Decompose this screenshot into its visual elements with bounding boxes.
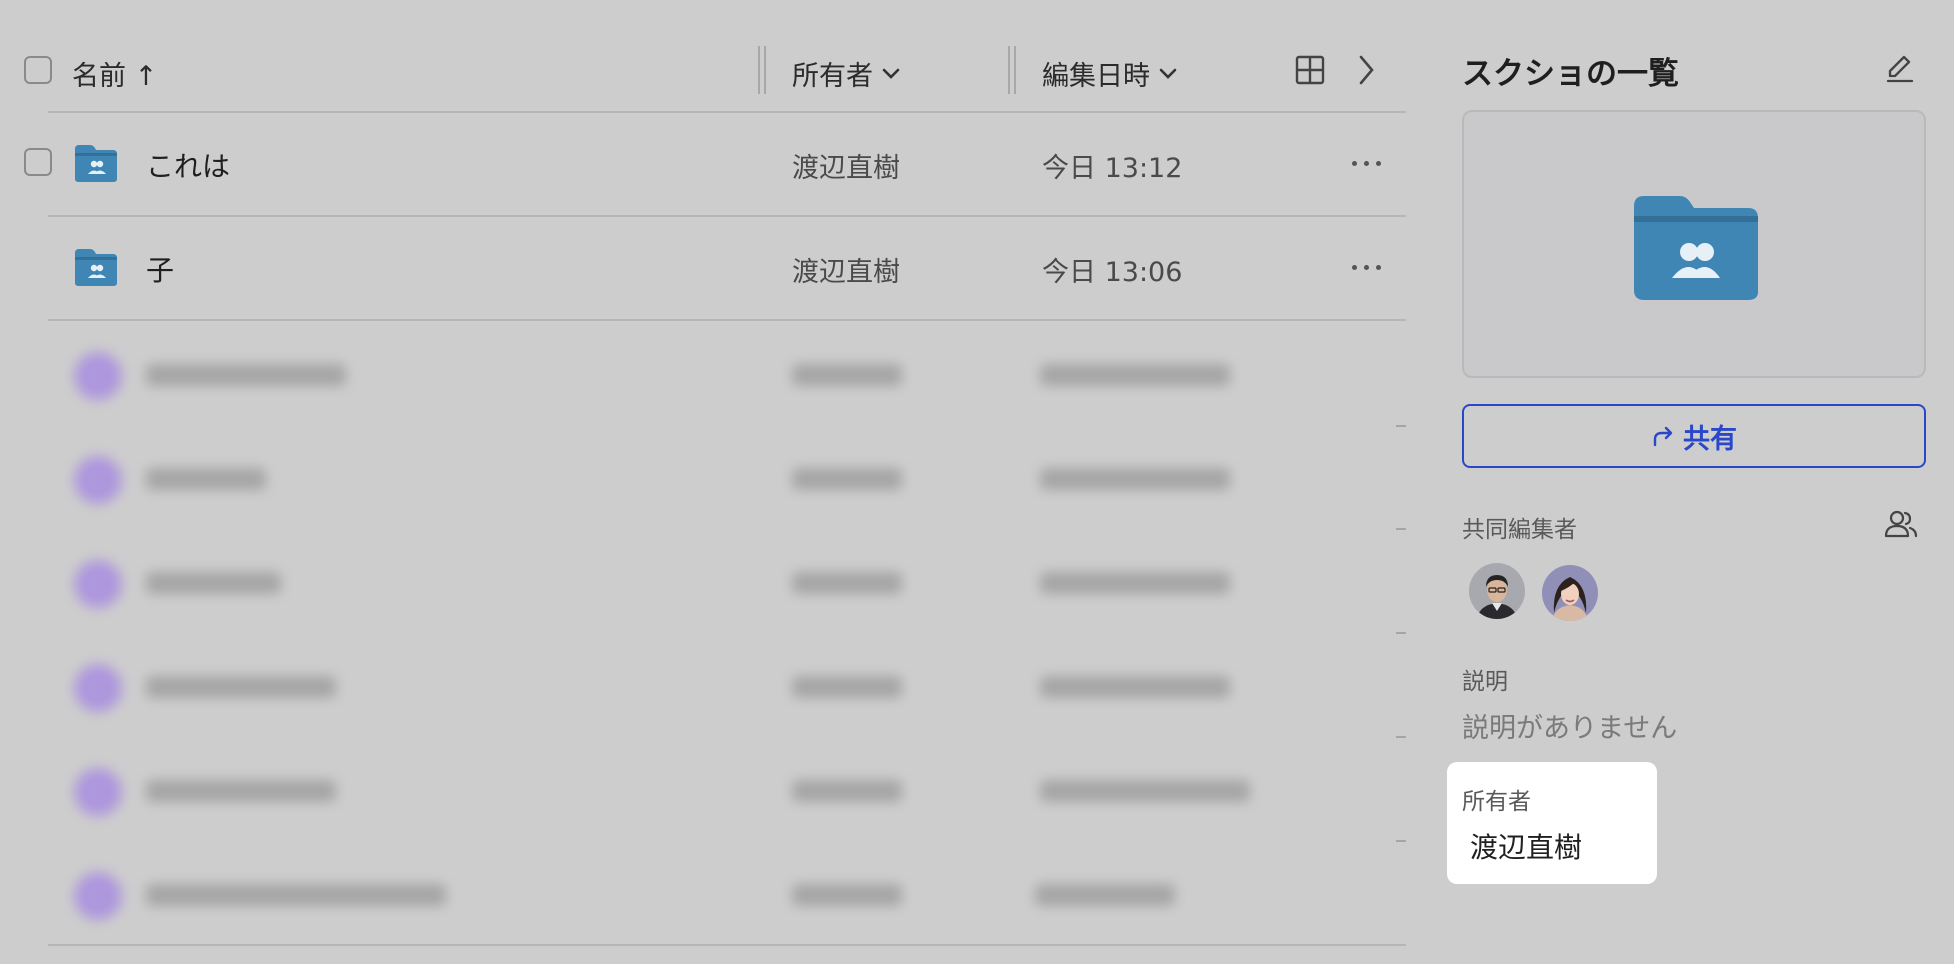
blurred-row <box>40 530 1390 630</box>
folder-preview <box>1462 110 1926 378</box>
share-button-label: 共有 <box>1683 423 1737 455</box>
blurred-row <box>40 842 1390 942</box>
row-owner: 渡辺直樹 <box>792 153 900 184</box>
blurred-row <box>40 322 1390 422</box>
row-separator <box>48 944 1406 946</box>
description-value[interactable]: 説明がありません <box>1462 706 1677 745</box>
chevron-right-icon[interactable] <box>1356 54 1376 86</box>
owner-card: 所有者 渡辺直樹 <box>1447 762 1657 884</box>
column-header-owner[interactable]: 所有者 <box>792 54 901 93</box>
people-icon[interactable] <box>1884 508 1918 540</box>
shared-folder-icon <box>1634 196 1758 300</box>
owner-value: 渡辺直樹 <box>1470 831 1583 864</box>
column-header-modified[interactable]: 編集日時 <box>1042 54 1178 93</box>
blurred-row <box>40 426 1390 526</box>
row-tick <box>1396 632 1406 634</box>
column-header-name[interactable]: 名前 ↑ <box>72 54 157 93</box>
table-row[interactable]: これは 渡辺直樹 今日 13:12 <box>0 113 1410 215</box>
chevron-down-icon <box>882 68 900 79</box>
column-divider[interactable] <box>1008 46 1010 94</box>
row-owner: 渡辺直樹 <box>792 257 900 288</box>
row-modified: 今日 13:12 <box>1042 153 1183 184</box>
more-options-icon[interactable] <box>1352 160 1382 168</box>
description-label: 説明 <box>1462 669 1508 695</box>
owner-label: 所有者 <box>1462 789 1531 815</box>
column-header-modified-label: 編集日時 <box>1042 61 1150 92</box>
shared-folder-icon <box>75 249 117 286</box>
blurred-row <box>40 738 1390 838</box>
panel-title: スクショの一覧 <box>1462 56 1679 92</box>
column-divider[interactable] <box>764 46 766 94</box>
row-tick <box>1396 425 1406 427</box>
shared-folder-icon <box>75 145 117 182</box>
share-arrow-icon <box>1653 426 1673 447</box>
column-divider[interactable] <box>1014 46 1016 94</box>
collaborators-label: 共同編集者 <box>1462 517 1577 543</box>
row-separator <box>48 319 1406 321</box>
row-tick <box>1396 736 1406 738</box>
avatar[interactable] <box>1542 565 1598 621</box>
blurred-row <box>40 634 1390 734</box>
select-all-checkbox[interactable] <box>24 56 52 84</box>
row-name[interactable]: 子 <box>146 249 174 289</box>
chevron-down-icon <box>1159 68 1177 79</box>
table-row[interactable]: 子 渡辺直樹 今日 13:06 <box>0 217 1410 319</box>
row-tick <box>1396 528 1406 530</box>
row-tick <box>1396 840 1406 842</box>
row-checkbox[interactable] <box>24 148 52 176</box>
row-name[interactable]: これは <box>146 145 230 185</box>
more-options-icon[interactable] <box>1352 264 1382 272</box>
share-button[interactable]: 共有 <box>1462 404 1926 468</box>
row-modified: 今日 13:06 <box>1042 257 1183 288</box>
column-header-owner-label: 所有者 <box>792 61 873 92</box>
column-divider[interactable] <box>758 46 760 94</box>
pencil-icon[interactable] <box>1884 52 1916 84</box>
grid-view-icon[interactable] <box>1295 55 1325 85</box>
avatar[interactable] <box>1469 563 1525 619</box>
